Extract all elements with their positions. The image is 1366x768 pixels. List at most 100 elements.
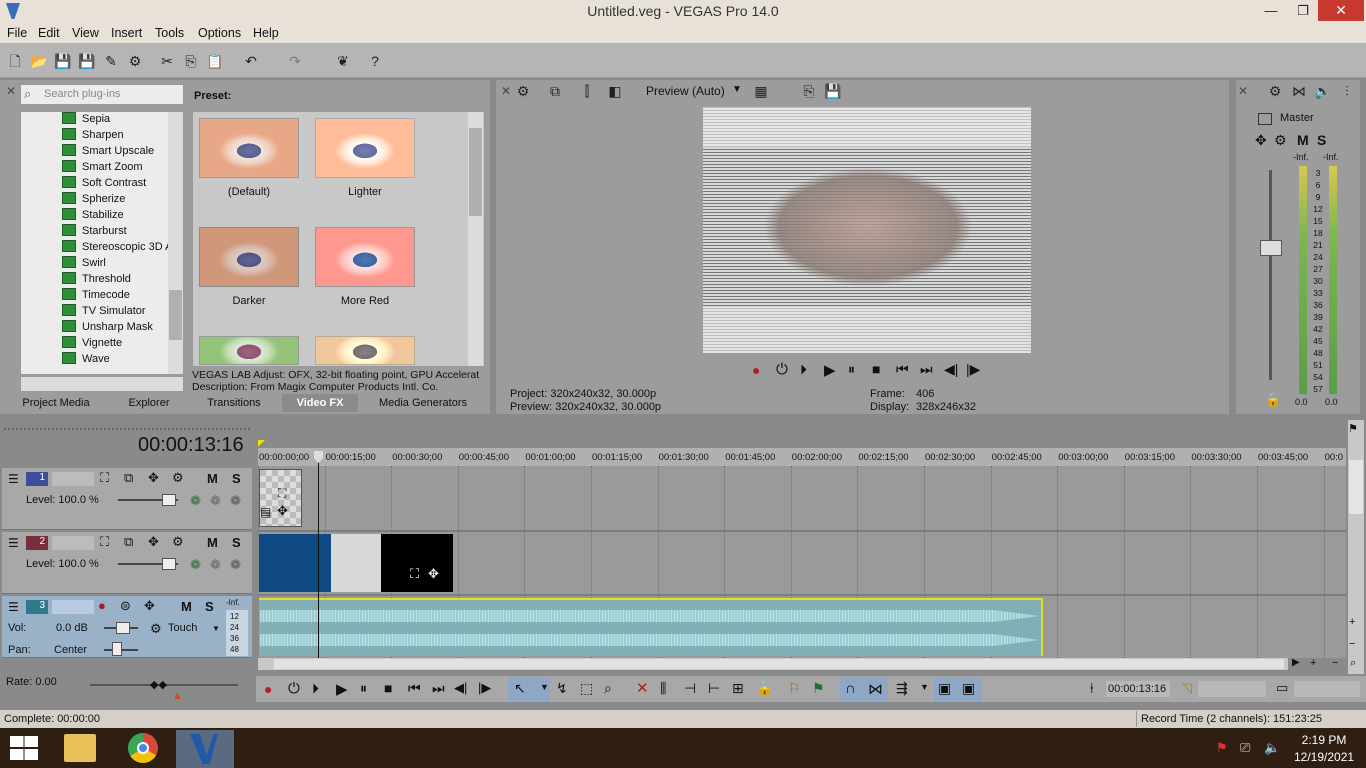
cursor-icon[interactable]: ↖ [514,680,526,697]
track-fx-icon[interactable]: ✥ [144,598,155,614]
prev-frame-icon[interactable]: ◀| [944,361,958,378]
selection-length-field[interactable] [1294,681,1360,697]
track-solo-button[interactable]: S [232,471,241,486]
scroll-right-icon[interactable]: ▶ [1292,657,1300,668]
timeline-vscrollbar[interactable] [1348,420,1364,674]
bus-pan-icon[interactable]: ✥ [1255,132,1267,149]
plugin-icon[interactable]: ❦ [334,52,352,70]
tree-item[interactable]: Vignette [62,335,122,351]
event-pan-crop-icon[interactable]: ⛶ [278,486,286,501]
pan-slider-handle[interactable] [112,642,122,656]
composite-mode-icon[interactable]: ✥ [148,534,159,550]
audio-event-track3[interactable] [259,598,1043,656]
speaker-icon[interactable]: 🔈 [1314,82,1332,100]
prev-frame-icon[interactable]: ◀| [454,680,467,696]
magnet-icon[interactable]: ∩ [845,680,856,697]
overlays-icon[interactable]: ◧ [606,82,624,100]
track-fx-sync-icon[interactable]: ❁ [230,557,241,573]
event-envelopes-icon[interactable]: ▣ [938,680,951,697]
panel-close-icon[interactable]: ✕ [6,84,16,98]
save-as-icon[interactable]: 💾 [78,52,96,70]
play-icon[interactable]: ▶ [336,680,348,698]
selection-start-field[interactable] [1198,681,1266,697]
tree-item[interactable]: Smart Zoom [62,159,143,175]
tree-item[interactable]: Wave [62,351,110,367]
record-icon[interactable]: ● [752,362,760,378]
trim-icon[interactable]: ⫼ [660,680,666,697]
pause-icon[interactable]: ⏸ [848,361,855,378]
tree-item[interactable]: Spherize [62,191,125,207]
tree-item[interactable]: Soft Contrast [62,175,146,191]
preview-close-icon[interactable]: ✕ [501,84,511,98]
tab-media-generators[interactable]: Media Generators [364,394,482,412]
auto-crossfade-icon[interactable]: ⋈ [868,680,883,698]
chevron-down-icon[interactable]: ▼ [732,84,742,95]
track-fx-bypass-icon[interactable]: ❁ [210,557,221,573]
track-name-2[interactable] [52,536,94,550]
event-pan-crop-icon[interactable]: ⛶ [410,566,419,582]
zoom-tool-icon[interactable]: ⌕ [1350,657,1356,670]
timeline-flag-icon[interactable]: ⚑ [1348,422,1358,435]
track-mute-button[interactable]: M [207,535,218,550]
track-collapse-icon[interactable]: ☰ [8,472,19,486]
preset-thumb-more-yellow[interactable] [315,336,415,365]
delete-icon[interactable]: ✕ [636,679,649,697]
h-zoom-in-icon[interactable]: + [1310,657,1316,669]
tree-item[interactable]: TV Simulator [62,303,146,319]
zoom-in-icon[interactable]: + [1349,616,1355,628]
envelope-tool-icon[interactable]: ↯ [556,680,568,697]
preset-thumb-more-red[interactable] [315,227,415,287]
track-solo-button[interactable]: S [205,599,214,614]
network-icon[interactable]: ⎚ [1240,740,1250,756]
master-mute-button[interactable]: M [1297,132,1309,148]
next-frame-icon[interactable]: |▶ [966,361,980,378]
track-motion-icon[interactable]: ⛶ [100,534,109,550]
tab-project-media[interactable]: Project Media [10,394,102,412]
tab-explorer[interactable]: Explorer [110,394,188,412]
minimize-button[interactable]: — [1256,0,1286,21]
track-mute-button[interactable]: M [207,471,218,486]
tree-item[interactable]: Sharpen [62,127,124,143]
tree-item[interactable]: Stabilize [62,207,124,223]
lock-icon[interactable]: 🔒 [756,680,773,697]
split-screen-icon[interactable]: ⫿ [578,82,596,100]
timeline-hscroll-thumb[interactable] [274,659,1284,669]
tree-item[interactable]: Stereoscopic 3D A [62,239,173,255]
tab-transitions[interactable]: Transitions [196,394,272,412]
menu-insert[interactable]: Insert [111,23,142,43]
timeline-vscroll-thumb[interactable] [1349,460,1363,514]
menu-tools[interactable]: Tools [155,23,184,43]
pause-icon[interactable]: ⏸ [360,680,367,697]
tree-hscrollbar[interactable] [20,376,184,392]
track-fx-icon[interactable]: ⧉ [124,470,133,486]
menu-options[interactable]: Options [198,23,241,43]
event-fx-chain-icon[interactable]: ✥ [277,503,288,519]
trim-end-icon[interactable]: ⊢ [708,680,720,697]
ripple-edit-icon[interactable]: ⇶ [896,680,908,697]
start-windows-icon[interactable] [10,736,38,760]
trim-start-icon[interactable]: ⊣ [684,680,696,697]
open-icon[interactable]: 📂 [30,52,48,70]
level-slider-handle-1[interactable] [162,494,176,506]
preset-thumb-darker[interactable] [199,227,299,287]
bus-fx-chain-icon[interactable]: ⚙ [1274,132,1287,149]
track-motion-icon[interactable]: ⛶ [100,470,109,486]
chevron-down-icon[interactable]: ▼ [540,682,549,692]
panel-grip[interactable] [4,428,250,430]
loop-icon[interactable]: ⏻ [288,680,300,697]
track-fx-bypass-icon[interactable]: ❁ [210,493,221,509]
menu-edit[interactable]: Edit [38,23,60,43]
mixer-settings-icon[interactable]: ⚙ [1266,82,1284,100]
region-icon[interactable]: ⚑ [812,680,825,697]
tree-item[interactable]: Smart Upscale [62,143,154,159]
play-from-start-icon[interactable]: ⏵ [312,680,319,697]
track-mute-button[interactable]: M [181,599,192,614]
bus-fx-icon[interactable] [1258,113,1272,125]
chevron-down-icon[interactable]: ▼ [920,682,929,692]
tree-item[interactable]: Unsharp Mask [62,319,153,335]
video-event-track2-blue[interactable] [259,534,331,592]
clock-date[interactable]: 12/19/2021 [1294,750,1354,764]
tree-item[interactable]: Timecode [62,287,130,303]
new-icon[interactable]: 🗋 [6,52,24,70]
next-frame-icon[interactable]: |▶ [478,680,491,696]
